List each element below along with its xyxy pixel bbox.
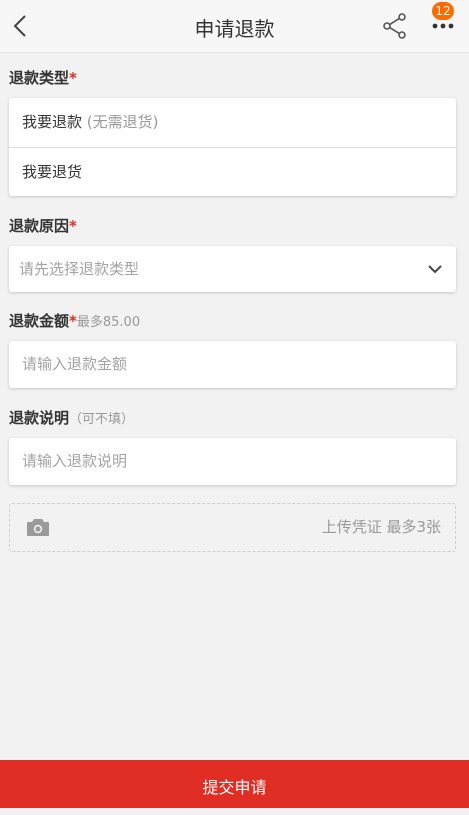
required-mark: * <box>69 217 77 235</box>
refund-reason-placeholder: 请先选择退款类型 <box>19 260 140 278</box>
top-bar: 申请退款 12 <box>0 0 469 53</box>
refund-type-option-return-goods[interactable]: 我要退货 <box>9 148 456 196</box>
refund-type-label: 退款类型* <box>9 67 77 88</box>
option-label: 我要退货 <box>22 163 83 181</box>
required-mark: * <box>69 312 77 330</box>
refund-amount-placeholder: 请输入退款金额 <box>22 355 128 373</box>
refund-reason-select[interactable]: 请先选择退款类型 <box>9 246 456 292</box>
refund-type-option-refund-only[interactable]: 我要退款 (无需退货) <box>9 98 456 146</box>
required-mark: * <box>69 69 77 87</box>
refund-amount-max-hint: 最多85.00 <box>76 315 141 330</box>
refund-note-label: 退款说明（可不填） <box>9 407 134 428</box>
chevron-down-icon <box>428 265 442 274</box>
share-icon[interactable] <box>381 12 409 40</box>
submit-button[interactable]: 提交申请 <box>0 760 469 808</box>
refund-type-label-text: 退款类型 <box>9 69 70 87</box>
refund-note-label-text: 退款说明 <box>9 409 70 427</box>
refund-note-optional-hint: （可不填） <box>69 412 135 427</box>
option-sublabel: (无需退货) <box>82 113 159 131</box>
refund-reason-label: 退款原因* <box>9 215 77 236</box>
refund-amount-label: 退款金额*最多85.00 <box>9 310 140 331</box>
refund-amount-label-text: 退款金额 <box>9 312 70 330</box>
notification-badge: 12 <box>432 2 454 20</box>
upload-evidence-label: 上传凭证 最多3张 <box>321 518 441 536</box>
refund-note-placeholder: 请输入退款说明 <box>22 452 128 470</box>
refund-amount-input[interactable]: 请输入退款金额 <box>9 341 456 388</box>
camera-icon <box>27 519 49 536</box>
refund-reason-label-text: 退款原因 <box>9 217 70 235</box>
refund-note-input[interactable]: 请输入退款说明 <box>9 438 456 485</box>
upload-evidence-button[interactable]: 上传凭证 最多3张 <box>9 503 456 552</box>
option-label: 我要退款 <box>22 113 83 131</box>
refund-type-options: 我要退款 (无需退货) 我要退货 <box>9 98 456 196</box>
